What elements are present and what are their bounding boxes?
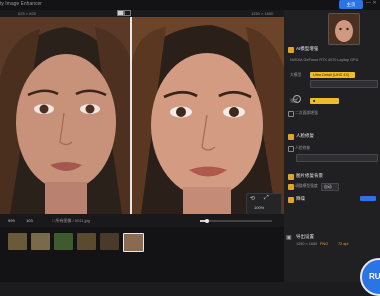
thumbnail[interactable] (77, 233, 96, 250)
face-enhance-label: 二次面部增强 (295, 111, 318, 115)
fit-icon[interactable]: ⤢ (264, 195, 269, 202)
bg-mode-select[interactable]: 自动 (321, 183, 339, 191)
thumbnail[interactable] (8, 233, 27, 250)
face-enhance-checkbox[interactable] (288, 111, 294, 117)
thumbnail[interactable] (31, 233, 50, 250)
model-label: 大模型 (290, 73, 302, 77)
denoise-toggle[interactable] (288, 197, 294, 203)
export-title: 导出设置 (296, 234, 314, 239)
export-icon: ▣ (286, 235, 292, 241)
thumbnail-size-slider[interactable] (200, 220, 272, 222)
denoise-button[interactable] (360, 196, 376, 201)
thumbnail[interactable] (100, 233, 119, 250)
slider-knob[interactable] (205, 218, 209, 223)
compare-view-toggle[interactable] (117, 10, 131, 16)
ai-model-checkbox[interactable] (288, 47, 294, 53)
section-denoise: 降噪 (296, 196, 305, 201)
detail-value[interactable]: ■ (310, 98, 339, 104)
face-restore-slider[interactable] (296, 154, 378, 162)
rotate-icon[interactable]: ⟲ (250, 195, 255, 202)
export-dpi[interactable]: 72 dpi (338, 242, 348, 246)
app-title: ty Image Enhancer (0, 1, 42, 7)
detail-label: 强度 (290, 99, 298, 103)
resolution-a[interactable]: 999 (8, 218, 15, 223)
resolution-b[interactable]: 103 (26, 218, 33, 223)
section-bg: 图片修复背景 (296, 173, 323, 178)
thumbnail[interactable] (54, 233, 73, 250)
model-subselect[interactable] (310, 80, 378, 88)
image-canvas[interactable] (0, 17, 284, 214)
original-image (0, 17, 130, 214)
enhanced-image (131, 17, 284, 214)
export-format[interactable]: PNG (320, 242, 328, 246)
zoom-level: 100% (254, 205, 265, 210)
export-size: 1250 × 1650 (296, 242, 318, 246)
bg-restore-toggle[interactable] (288, 174, 294, 180)
model-select[interactable]: Ultra Detail (UHD 4X) (310, 72, 355, 78)
enhanced-dimensions: 1250 × 1650 (251, 11, 274, 16)
compare-divider[interactable] (130, 17, 132, 214)
original-dimensions: 625 × 825 (18, 11, 36, 16)
view-toolbar (0, 10, 284, 17)
bg-strength-checkbox[interactable] (288, 184, 294, 190)
preview-avatar (328, 13, 360, 45)
thumbnail-selected[interactable] (123, 233, 144, 252)
section-ai-model: AI模型增强 (296, 46, 319, 51)
folder-path: □ 所有图像 / 0011.jpg (52, 218, 90, 223)
face-restore-toggle[interactable] (288, 134, 294, 140)
section-face: 人脸修复 (296, 133, 314, 138)
face-restore-label: 人脸修复 (295, 146, 311, 150)
title-bar (0, 0, 380, 10)
face-restore-checkbox[interactable] (288, 146, 294, 152)
bg-strength-label: 调整模型强度 (295, 184, 318, 188)
gpu-info: NVIDIA GeForce RTX 4070 Laptop GPU (290, 58, 359, 62)
window-controls[interactable]: — ✕ (366, 0, 377, 6)
home-button[interactable]: 主页 (339, 0, 363, 9)
